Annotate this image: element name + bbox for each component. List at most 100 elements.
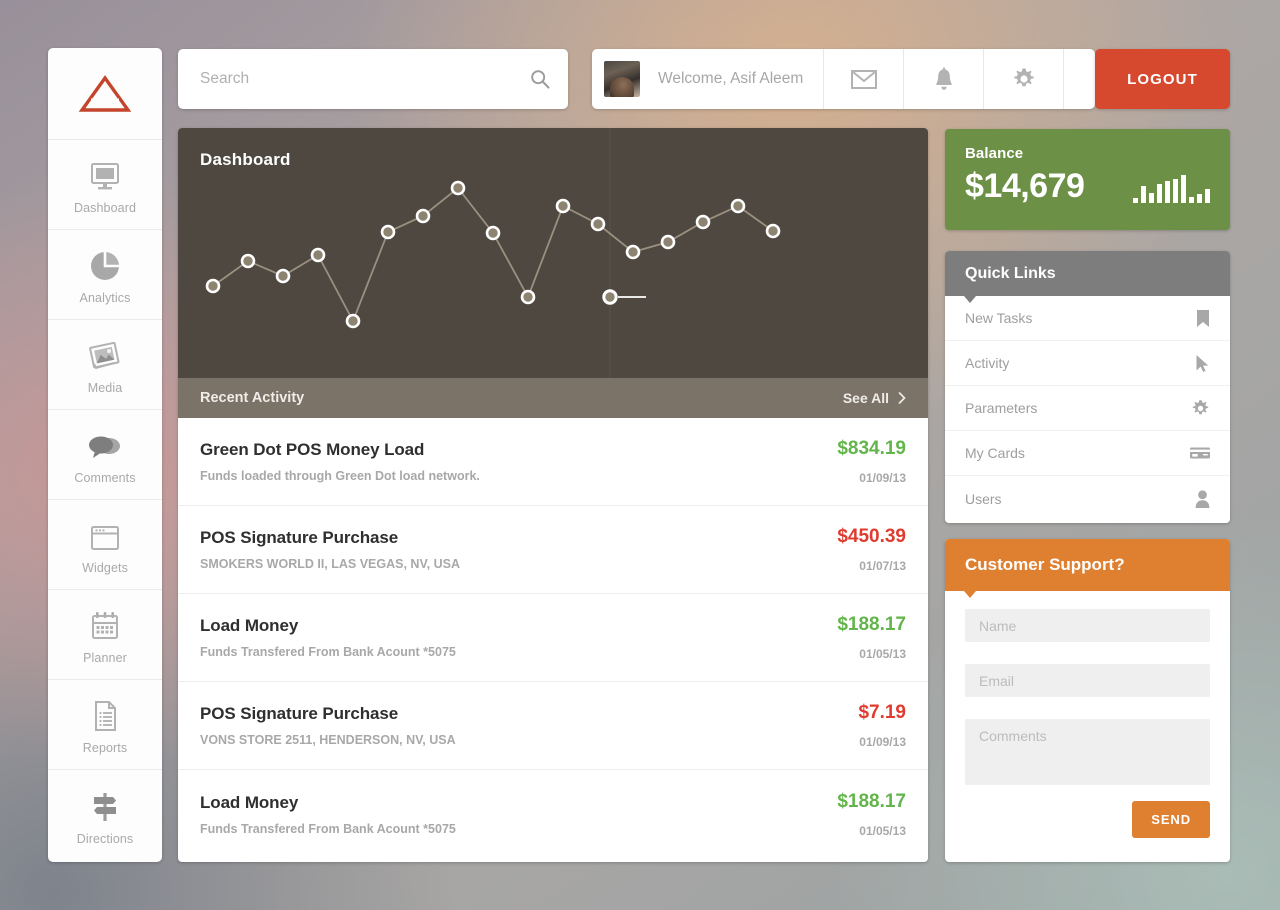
quick-link-users[interactable]: Users [945,476,1230,521]
activity-title: POS Signature Purchase [200,528,399,547]
table-row[interactable]: Green Dot POS Money Load Funds loaded th… [178,418,928,506]
quick-links-header: Quick Links [945,251,1230,303]
credit-card-icon [1190,446,1210,460]
photos-icon [87,334,123,372]
triangle-logo-icon [78,74,132,112]
table-row[interactable]: Load Money Funds Transfered From Bank Ac… [178,594,928,682]
recent-activity-title: Recent Activity [200,390,305,406]
activity-subtitle: Funds loaded through Green Dot load netw… [200,469,480,483]
signpost-icon [89,785,121,823]
user-icon [1195,489,1210,508]
balance-label: Balance [965,145,1024,162]
logo[interactable] [48,48,162,140]
quick-link-label: New Tasks [965,310,1033,326]
quick-link-label: My Cards [965,445,1025,461]
sidebar-item-dashboard[interactable]: Dashboard [48,140,162,230]
table-row[interactable]: POS Signature Purchase SMOKERS WORLD II,… [178,506,928,594]
activity-title: Green Dot POS Money Load [200,440,425,459]
sidebar-item-comments[interactable]: Comments [48,410,162,500]
customer-support-card: Customer Support? SEND [945,539,1230,862]
chart-points [205,180,781,329]
monitor-icon [88,154,122,192]
sidebar: Dashboard Analytics Media Comments Widge… [48,48,162,862]
logout-button[interactable]: LOGOUT [1095,49,1230,109]
customer-support-title: Customer Support? [965,555,1125,574]
sidebar-item-directions[interactable]: Directions [48,770,162,860]
send-button[interactable]: SEND [1132,801,1210,838]
notifications-button[interactable] [904,49,985,109]
recent-activity-header: Recent Activity See All [178,378,928,418]
quick-link-label: Parameters [965,400,1038,416]
welcome-text: Welcome, Asif Aleem [658,70,804,87]
notch-triangle-icon [964,591,976,598]
welcome-cell[interactable]: Welcome, Asif Aleem [592,49,825,109]
sidebar-item-planner[interactable]: Planner [48,590,162,680]
email-field[interactable] [965,664,1210,697]
quick-link-label: Users [965,490,1002,507]
customer-support-form: SEND [945,591,1230,838]
speech-bubbles-icon [87,424,123,462]
notch-triangle-icon [964,296,976,303]
main-card: Dashboard Recent Activity See All Green … [178,128,928,862]
pie-chart-icon [88,244,122,282]
bell-icon [933,67,955,92]
activity-subtitle: VONS STORE 2511, HENDERSON, NV, USA [200,733,456,747]
quick-link-label: Activity [965,355,1010,371]
quick-link-new-tasks[interactable]: New Tasks [945,296,1230,341]
messages-button[interactable] [824,49,905,109]
sidebar-item-label: Analytics [79,291,131,305]
bookmark-icon [1196,309,1210,328]
cursor-arrow-icon [1195,354,1210,373]
activity-amount: $7.19 [858,702,906,723]
sidebar-item-label: Reports [82,741,128,755]
activity-amount: $834.19 [837,438,906,459]
quick-link-parameters[interactable]: Parameters [945,386,1230,431]
gear-icon [1012,67,1036,91]
sidebar-item-widgets[interactable]: Widgets [48,500,162,590]
activity-amount: $450.39 [837,526,906,547]
table-row[interactable]: Load Money Funds Transfered From Bank Ac… [178,770,928,858]
see-all-label: See All [842,390,889,406]
calendar-icon [89,604,121,642]
gear-icon [1191,399,1210,418]
activity-title: Load Money [200,616,299,635]
search-box[interactable] [178,49,568,109]
search-input[interactable] [200,70,530,88]
user-bar: Welcome, Asif Aleem [592,49,1095,109]
sidebar-item-label: Media [87,381,123,395]
document-icon [91,694,119,732]
sidebar-item-label: Widgets [82,561,128,575]
chevron-right-icon [898,392,906,404]
activity-subtitle: Funds Transfered From Bank Acount *5075 [200,821,456,836]
sidebar-item-media[interactable]: Media [48,320,162,410]
quick-links-title: Quick Links [965,264,1056,282]
quick-link-my-cards[interactable]: My Cards [945,431,1230,476]
quick-link-activity[interactable]: Activity [945,341,1230,386]
sidebar-item-reports[interactable]: Reports [48,680,162,770]
avatar [604,61,640,97]
see-all-link[interactable]: See All [843,390,906,406]
settings-button[interactable] [984,49,1065,109]
app-root: Dashboard Analytics Media Comments Widge… [0,0,1280,910]
search-icon[interactable] [530,69,550,89]
sidebar-item-label: Dashboard [73,201,137,215]
comments-field[interactable] [965,719,1210,785]
sidebar-item-label: Comments [74,471,136,485]
sidebar-item-label: Directions [76,831,134,846]
activity-date: 01/05/13 [859,823,906,838]
activity-date: 01/09/13 [859,735,906,749]
activity-date: 01/07/13 [859,559,906,573]
envelope-icon [850,69,877,89]
activity-subtitle: Funds Transfered From Bank Acount *5075 [200,645,456,659]
balance-card: Balance $14,679 [945,129,1230,230]
activity-amount: $188.17 [837,790,906,812]
window-icon [89,514,121,552]
quick-links-card: Quick Links New Tasks Activity Parameter… [945,251,1230,523]
chart-annotation-leader [602,289,646,305]
activity-amount: $188.17 [837,614,906,635]
activity-date: 01/09/13 [859,471,906,485]
name-field[interactable] [965,609,1210,642]
chart-line [212,186,774,324]
sidebar-item-analytics[interactable]: Analytics [48,230,162,320]
table-row[interactable]: POS Signature Purchase VONS STORE 2511, … [178,682,928,770]
